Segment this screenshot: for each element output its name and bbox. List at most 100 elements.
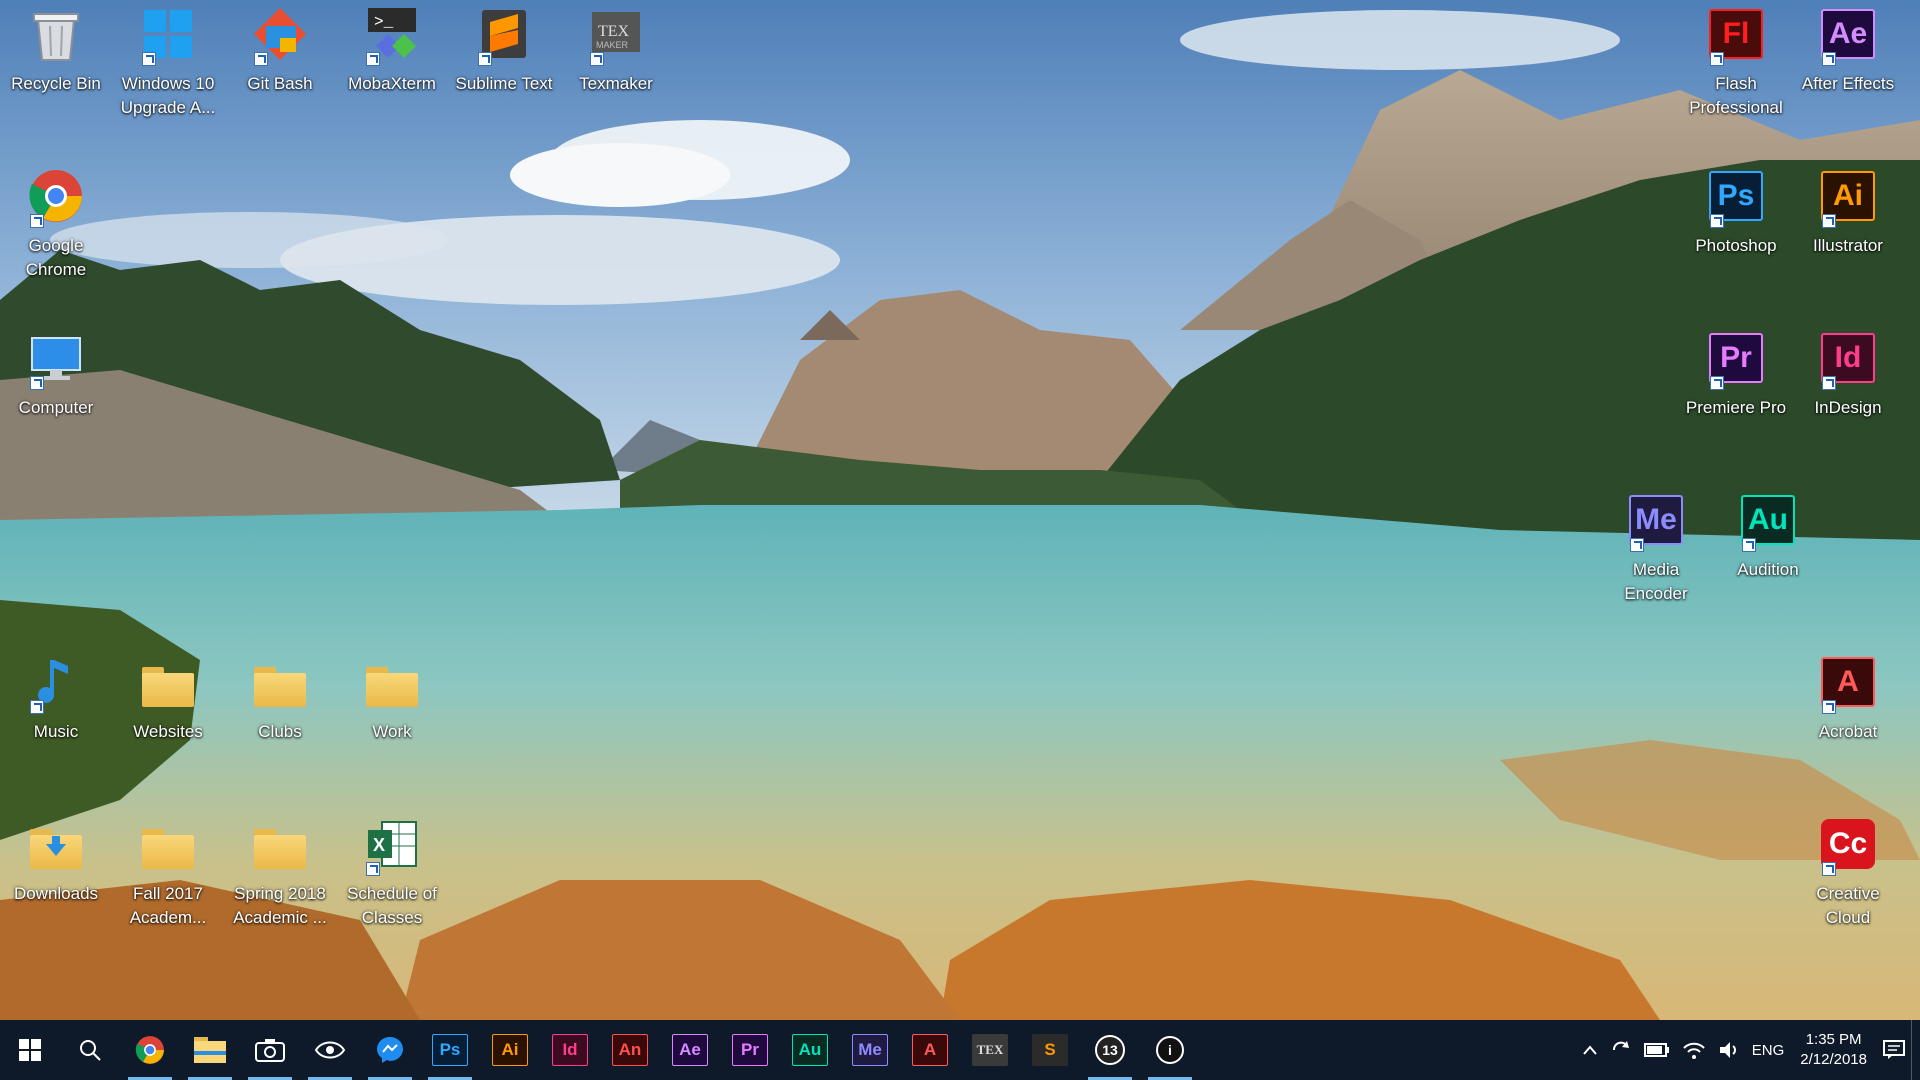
desktop-icon-music[interactable]: Music xyxy=(0,648,112,768)
media-encoder-icon: Me xyxy=(852,1034,888,1066)
shortcut-arrow-icon xyxy=(1822,862,1836,876)
taskbar-app-acrobat[interactable]: A xyxy=(900,1020,960,1080)
desktop-icon-windows10-upgrade[interactable]: Windows 10 Upgrade A... xyxy=(112,0,224,120)
taskbar-app-messenger[interactable] xyxy=(360,1020,420,1080)
taskbar-app-indesign[interactable]: Id xyxy=(540,1020,600,1080)
taskbar-app-chrome[interactable] xyxy=(120,1020,180,1080)
show-hidden-icons-button[interactable] xyxy=(1576,1020,1604,1080)
acrobat-app-icon: A xyxy=(1820,654,1876,714)
taskbar-app-info[interactable]: i xyxy=(1140,1020,1200,1080)
folder-icon xyxy=(252,816,308,872)
tray-sync-button[interactable] xyxy=(1604,1020,1638,1080)
taskbar-app-texmaker[interactable]: TEX xyxy=(960,1020,1020,1080)
sublime-text-icon xyxy=(476,6,532,66)
desktop-icon-schedule-of-classes[interactable]: X Schedule of Classes xyxy=(336,810,448,930)
computer-monitor-icon xyxy=(28,330,84,390)
photoshop-icon: Ps xyxy=(432,1034,468,1066)
taskbar-app-sublime[interactable]: S xyxy=(1020,1020,1080,1080)
taskbar-app-mobaxterm[interactable] xyxy=(300,1020,360,1080)
action-center-button[interactable] xyxy=(1877,1020,1911,1080)
desktop-icon-fall-2017[interactable]: Fall 2017 Academ... xyxy=(112,810,224,930)
desktop-icon-after-effects[interactable]: Ae After Effects xyxy=(1792,0,1904,120)
show-desktop-button[interactable] xyxy=(1911,1020,1920,1080)
taskbar-app-animate[interactable]: An xyxy=(600,1020,660,1080)
desktop-icon-work[interactable]: Work xyxy=(336,648,448,768)
tray-battery-button[interactable] xyxy=(1638,1020,1676,1080)
tray-clock[interactable]: 1:35 PM 2/12/2018 xyxy=(1790,1030,1877,1070)
premiere-pro-app-icon: Pr xyxy=(1708,330,1764,390)
sublime-icon: S xyxy=(1032,1034,1068,1066)
taskbar-app-explorer[interactable] xyxy=(180,1020,240,1080)
desktop-icon-websites[interactable]: Websites xyxy=(112,648,224,768)
creative-cloud-app-icon: Cc xyxy=(1820,816,1876,876)
desktop-icon-clubs[interactable]: Clubs xyxy=(224,648,336,768)
desktop-icon-texmaker[interactable]: TEX MAKER Texmaker xyxy=(560,0,672,120)
shortcut-arrow-icon xyxy=(30,376,44,390)
desktop-icon-illustrator[interactable]: Ai Illustrator xyxy=(1792,162,1904,282)
taskbar-app-audition[interactable]: Au xyxy=(780,1020,840,1080)
tray-language-button[interactable]: ENG xyxy=(1746,1020,1791,1080)
taskbar-search-button[interactable] xyxy=(60,1020,120,1080)
desktop-icon-flash[interactable]: Fl Flash Professional xyxy=(1680,0,1792,120)
desktop-icon-label: Premiere Pro xyxy=(1685,398,1787,417)
indesign-icon: Id xyxy=(552,1034,588,1066)
taskbar-app-badge-13[interactable]: 13 xyxy=(1080,1020,1140,1080)
taskbar-app-media-encoder[interactable]: Me xyxy=(840,1020,900,1080)
desktop-icon-creative-cloud[interactable]: Cc Creative Cloud xyxy=(1792,810,1904,930)
shortcut-arrow-icon xyxy=(1710,52,1724,66)
desktop-icon-label: Clubs xyxy=(258,722,302,741)
after-effects-icon: Ae xyxy=(672,1034,708,1066)
desktop-icon-spring-2018[interactable]: Spring 2018 Academic ... xyxy=(224,810,336,930)
desktop-icon-git-bash[interactable]: Git Bash xyxy=(224,0,336,120)
desktop-icon-label: Downloads xyxy=(13,884,99,903)
taskbar-app-photoshop[interactable]: Ps xyxy=(420,1020,480,1080)
audition-icon: Au xyxy=(792,1034,828,1066)
git-bash-icon xyxy=(252,6,308,66)
tray-wifi-button[interactable] xyxy=(1676,1020,1712,1080)
desktop-icon-downloads[interactable]: Downloads xyxy=(0,810,112,930)
media-encoder-app-icon: Me xyxy=(1628,492,1684,552)
desktop-icon-google-chrome[interactable]: Google Chrome xyxy=(0,162,112,282)
taskbar-app-after-effects[interactable]: Ae xyxy=(660,1020,720,1080)
desktop-icon-label: Sublime Text xyxy=(455,74,553,93)
desktop-icon-label: Schedule of Classes xyxy=(347,884,437,927)
desktop-icon-label: Websites xyxy=(133,722,203,741)
desktop-icon-indesign[interactable]: Id InDesign xyxy=(1792,324,1904,444)
system-tray: ENG 1:35 PM 2/12/2018 xyxy=(1576,1020,1920,1080)
shortcut-arrow-icon xyxy=(254,52,268,66)
start-button[interactable] xyxy=(0,1020,60,1080)
desktop-icon-label: Creative Cloud xyxy=(1816,884,1880,927)
desktop-icon-label: Fall 2017 Academ... xyxy=(129,884,207,927)
tray-volume-button[interactable] xyxy=(1712,1020,1746,1080)
desktop-icon-recycle-bin[interactable]: Recycle Bin xyxy=(0,0,112,120)
svg-text:>_: >_ xyxy=(374,13,394,31)
desktop-icon-audition[interactable]: Au Audition xyxy=(1712,486,1824,606)
shortcut-arrow-icon xyxy=(1710,376,1724,390)
taskbar-app-premiere[interactable]: Pr xyxy=(720,1020,780,1080)
desktop-icon-label: Spring 2018 Academic ... xyxy=(233,884,327,927)
battery-icon xyxy=(1643,1043,1669,1057)
svg-text:MAKER: MAKER xyxy=(596,40,629,50)
chevron-up-icon xyxy=(1582,1045,1597,1055)
mobaxterm-icon: >_ xyxy=(364,6,420,66)
clock-time: 1:35 PM xyxy=(1805,1031,1862,1048)
desktop-icon-media-encoder[interactable]: Me Media Encoder xyxy=(1600,486,1712,606)
desktop-icon-premiere-pro[interactable]: Pr Premiere Pro xyxy=(1680,324,1792,444)
audition-app-icon: Au xyxy=(1740,492,1796,552)
desktop-icon-sublime-text[interactable]: Sublime Text xyxy=(448,0,560,120)
folder-icon xyxy=(140,654,196,710)
desktop-icon-label: Computer xyxy=(18,398,94,417)
desktop-icon-photoshop[interactable]: Ps Photoshop xyxy=(1680,162,1792,282)
shortcut-arrow-icon xyxy=(1630,538,1644,552)
desktop-icon-label: Texmaker xyxy=(579,74,653,93)
taskbar-app-illustrator[interactable]: Ai xyxy=(480,1020,540,1080)
desktop-icon-acrobat[interactable]: A Acrobat xyxy=(1792,648,1904,768)
desktop-icon-mobaxterm[interactable]: >_ MobaXterm xyxy=(336,0,448,120)
taskbar-app-camera[interactable] xyxy=(240,1020,300,1080)
illustrator-icon: Ai xyxy=(492,1034,528,1066)
file-explorer-icon xyxy=(194,1037,226,1063)
desktop-icon-computer[interactable]: Computer xyxy=(0,324,112,444)
info-icon: i xyxy=(1156,1036,1184,1064)
desktop-icon-label: InDesign xyxy=(1814,398,1882,417)
chrome-icon xyxy=(135,1036,164,1064)
